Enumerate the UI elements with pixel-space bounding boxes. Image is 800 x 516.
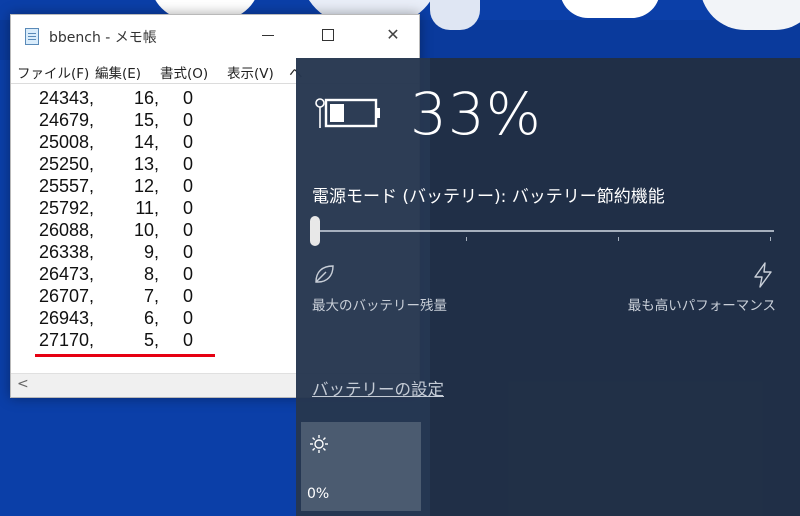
- power-mode-label: 電源モード (バッテリー): バッテリー節約機能: [312, 187, 665, 207]
- maximize-button[interactable]: [313, 23, 343, 47]
- line-value: 0: [182, 198, 193, 218]
- line-value: 0: [182, 242, 193, 262]
- line-value: 0: [182, 88, 193, 108]
- bolt-icon: [754, 262, 772, 288]
- battery-percent: 33%: [410, 80, 542, 148]
- slider-tick: [618, 237, 619, 241]
- line-value: 27170,: [39, 330, 95, 350]
- line-value: 11,: [135, 198, 159, 218]
- line-value: 26473,: [39, 264, 95, 284]
- line-value: 16,: [133, 88, 159, 108]
- line-value: 6,: [143, 308, 159, 328]
- battery-icon: [315, 98, 380, 128]
- menu-format[interactable]: 書式(O): [160, 62, 208, 82]
- power-mode-slider-thumb[interactable]: [310, 216, 320, 246]
- line-value: 9,: [143, 242, 159, 262]
- brightness-tile[interactable]: 0%: [301, 422, 421, 511]
- minimize-icon: [262, 35, 274, 36]
- menu-edit[interactable]: 編集(E): [95, 62, 141, 82]
- best-performance-label: 最も高いパフォーマンス: [627, 298, 776, 314]
- line-value: 0: [182, 220, 193, 240]
- menu-file[interactable]: ファイル(F): [17, 62, 89, 82]
- line-value: 25792,: [39, 198, 95, 218]
- line-value: 0: [182, 132, 193, 152]
- scroll-left-arrow-icon[interactable]: <: [17, 376, 29, 392]
- notepad-app-icon: [25, 28, 39, 45]
- line-value: 0: [182, 176, 193, 196]
- menu-view[interactable]: 表示(V): [227, 62, 274, 82]
- maximize-icon: [322, 29, 334, 41]
- minimize-button[interactable]: [253, 23, 283, 47]
- battery-flyout: 33% 電源モード (バッテリー): バッテリー節約機能 最大のバッテリー残量 …: [296, 58, 800, 516]
- line-value: 26943,: [39, 308, 95, 328]
- line-value: 14,: [133, 132, 159, 152]
- slider-tick: [770, 237, 771, 241]
- line-value: 0: [182, 154, 193, 174]
- sun-icon: [310, 435, 328, 453]
- line-value: 26338,: [39, 242, 95, 262]
- line-value: 24679,: [39, 110, 95, 130]
- power-mode-slider-track[interactable]: [314, 230, 774, 232]
- brightness-value: 0%: [307, 486, 330, 502]
- line-value: 5,: [143, 330, 159, 350]
- line-value: 25250,: [39, 154, 95, 174]
- line-value: 24343,: [39, 88, 95, 108]
- leaf-icon: [315, 265, 334, 283]
- close-button[interactable]: ✕: [378, 23, 408, 47]
- close-icon: ✕: [386, 25, 400, 44]
- line-value: 0: [182, 110, 193, 130]
- line-value: 0: [182, 264, 193, 284]
- line-value: 26088,: [39, 220, 95, 240]
- wallpaper-shape: [430, 0, 480, 30]
- line-value: 10,: [133, 220, 159, 240]
- line-value: 13,: [133, 154, 159, 174]
- line-value: 7,: [143, 286, 159, 306]
- line-value: 0: [182, 286, 193, 306]
- line-value: 15,: [133, 110, 159, 130]
- line-value: 12,: [133, 176, 159, 196]
- slider-tick: [466, 237, 467, 241]
- line-value: 0: [182, 330, 193, 350]
- best-battery-label: 最大のバッテリー残量: [312, 298, 447, 314]
- line-value: 25557,: [39, 176, 95, 196]
- wallpaper-shape: [560, 0, 660, 18]
- title-bar[interactable]: bbench - メモ帳 ✕: [11, 15, 419, 57]
- window-title: bbench - メモ帳: [49, 30, 157, 46]
- battery-settings-link[interactable]: バッテリーの設定: [312, 376, 444, 400]
- red-underline: [35, 354, 215, 357]
- line-value: 8,: [143, 264, 159, 284]
- line-value: 0: [182, 308, 193, 328]
- line-value: 26707,: [39, 286, 95, 306]
- line-value: 25008,: [39, 132, 95, 152]
